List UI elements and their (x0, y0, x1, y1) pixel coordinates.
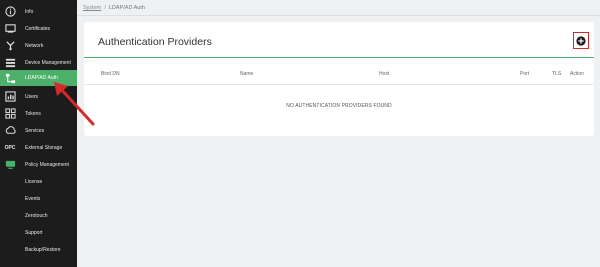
users-icon (4, 91, 16, 103)
sidebar-item-label: Certificates (25, 25, 51, 32)
opc-icon: OPC (4, 144, 16, 151)
sidebar-item-label: Users (25, 93, 39, 100)
sidebar-item-events[interactable]: Events (0, 191, 77, 206)
certificate-icon (4, 23, 16, 35)
sidebar-item-label: Network (25, 42, 44, 49)
sidebar-item-label: Device Management (25, 59, 71, 66)
sidebar-item-label: Services (25, 127, 45, 134)
services-icon (4, 125, 16, 137)
column-header-action[interactable]: Action (570, 71, 584, 77)
sidebar-item-label: External Storage (25, 144, 63, 151)
sidebar-item-label: Policy Management (25, 161, 69, 168)
tokens-icon (4, 108, 16, 120)
network-icon (4, 40, 16, 52)
info-icon (4, 6, 16, 18)
sidebar-item-device-management[interactable]: Device Management (0, 55, 77, 70)
policy-icon (4, 159, 16, 171)
sidebar-item-label: Zerotouch (25, 212, 48, 219)
table-header-divider (84, 84, 594, 85)
sidebar-item-support[interactable]: Support (0, 225, 77, 240)
title-divider (84, 57, 594, 58)
header-divider (77, 15, 600, 16)
column-header-port[interactable]: Port (520, 71, 529, 77)
breadcrumb-current: LDAP/AD Auth (108, 5, 145, 11)
sidebar-item-info[interactable]: Info (0, 4, 77, 19)
sidebar-item-label: License (25, 178, 43, 185)
breadcrumb-link-system[interactable]: System (83, 5, 101, 11)
device-management-icon (4, 57, 16, 69)
column-header-host[interactable]: Host (379, 71, 389, 77)
sidebar-item-policy-management[interactable]: Policy Management (0, 157, 77, 172)
add-provider-button[interactable] (573, 32, 589, 49)
page-title: Authentication Providers (98, 36, 212, 48)
sidebar-item-license[interactable]: License (0, 174, 77, 189)
column-header-bind-dn[interactable]: Bind DN (101, 71, 120, 77)
sidebar-item-zerotouch[interactable]: Zerotouch (0, 208, 77, 223)
sidebar-item-label: Backup/Restore (25, 246, 61, 253)
sidebar-item-label: Support (25, 229, 43, 236)
sidebar-item-backup-restore[interactable]: Backup/Restore (0, 242, 77, 257)
annotation-arrow-icon (54, 82, 95, 126)
column-header-name[interactable]: Name (240, 71, 253, 77)
empty-state-message: NO AUTHENTICATION PROVIDERS FOUND (286, 103, 392, 109)
sidebar-item-external-storage[interactable]: OPC External Storage (0, 140, 77, 155)
sidebar-item-label: Events (25, 195, 41, 202)
ldap-auth-icon (4, 72, 16, 84)
column-header-tls[interactable]: TLS (552, 71, 561, 77)
sidebar-item-label: Tokens (25, 110, 41, 117)
breadcrumb: System / LDAP/AD Auth (83, 5, 145, 11)
breadcrumb-separator: / (104, 5, 106, 11)
sidebar-item-label: Info (25, 8, 34, 15)
auth-providers-card: Authentication Providers Bind DN Name Ho… (84, 22, 594, 136)
sidebar: Info Certificates Network Device Managem… (0, 0, 77, 267)
sidebar-item-certificates[interactable]: Certificates (0, 21, 77, 36)
sidebar-item-network[interactable]: Network (0, 38, 77, 53)
plus-circle-icon (576, 35, 586, 46)
